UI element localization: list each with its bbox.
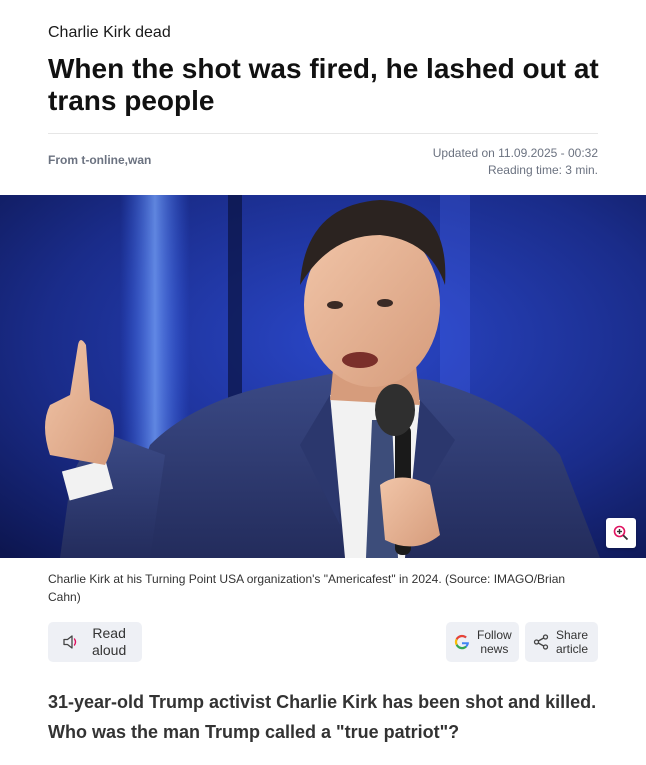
reading-time: Reading time: 3 min. <box>487 163 598 177</box>
zoom-button[interactable] <box>606 518 636 548</box>
follow-news-button[interactable]: Follow news <box>446 622 519 662</box>
kicker[interactable]: Charlie Kirk dead <box>48 24 171 42</box>
photo-caption: Charlie Kirk at his Turning Point USA or… <box>48 572 566 604</box>
google-icon <box>454 634 469 650</box>
share-icon <box>533 634 549 650</box>
article-meta: Updated on 11.09.2025 - 00:32 Reading ti… <box>433 145 598 179</box>
read-aloud-button[interactable]: Read aloud <box>48 622 142 662</box>
lead-paragraph: 31-year-old Trump activist Charlie Kirk … <box>48 692 597 742</box>
share-article-label: Share article <box>556 628 589 656</box>
hero-photo <box>0 195 646 558</box>
speaker-icon <box>63 635 77 649</box>
read-aloud-label: Read aloud <box>92 625 127 658</box>
updated-timestamp: Updated on 11.09.2025 - 00:32 <box>432 146 598 160</box>
share-article-button[interactable]: Share article <box>525 622 598 662</box>
zoom-in-icon <box>613 525 629 541</box>
source-label: From t-online,wan <box>48 153 152 167</box>
follow-news-label: Follow news <box>477 628 512 656</box>
photo-illustration <box>0 195 646 558</box>
page-title: When the shot was fired, he lashed out a… <box>48 53 599 116</box>
divider <box>48 133 598 134</box>
